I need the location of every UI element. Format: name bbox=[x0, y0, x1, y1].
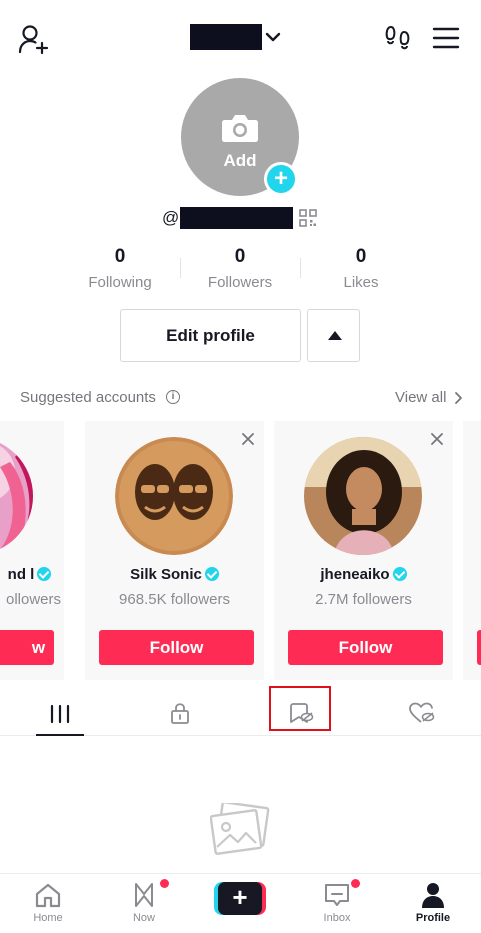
suggested-accounts-carousel[interactable]: nd l ollowers w Silk Sonic 968.5K follow… bbox=[0, 421, 481, 680]
nav-label: Profile bbox=[415, 912, 451, 924]
account-name: Silk Sonic bbox=[85, 566, 264, 583]
grid-videos-icon bbox=[50, 704, 70, 724]
stat-likes[interactable]: 0 Likes bbox=[301, 246, 421, 291]
now-icon bbox=[135, 883, 153, 907]
account-name: jheneaiko bbox=[274, 566, 453, 583]
handle-redacted bbox=[180, 207, 293, 229]
notification-dot bbox=[160, 879, 169, 888]
nav-home[interactable]: Home bbox=[0, 874, 96, 933]
highlight-annotation bbox=[269, 686, 331, 731]
footprints-icon[interactable] bbox=[384, 24, 412, 52]
camera-icon bbox=[222, 115, 258, 142]
stat-followers[interactable]: 0 Followers bbox=[180, 246, 300, 291]
view-all-link[interactable]: View all bbox=[395, 389, 446, 406]
create-plus-icon: + bbox=[218, 882, 262, 915]
suggested-toggle-button[interactable] bbox=[307, 309, 360, 362]
nav-profile[interactable]: Profile bbox=[385, 874, 481, 933]
account-name-text: Silk Sonic bbox=[130, 566, 202, 583]
home-icon bbox=[35, 883, 61, 908]
person-plus-icon[interactable] bbox=[18, 24, 50, 54]
username-redacted[interactable] bbox=[190, 24, 262, 50]
stat-value: 0 bbox=[355, 246, 367, 267]
profile-icon bbox=[422, 883, 444, 908]
follow-button[interactable]: Follow bbox=[288, 630, 443, 665]
profile-content-tabs bbox=[0, 690, 481, 736]
nav-inbox[interactable]: Inbox bbox=[289, 874, 385, 933]
suggested-card[interactable]: Silk Sonic 968.5K followers Follow bbox=[85, 421, 264, 680]
stat-value: 0 bbox=[114, 246, 126, 267]
handle-prefix: @ bbox=[162, 208, 180, 227]
nav-label: Home bbox=[33, 912, 63, 924]
edit-profile-button[interactable]: Edit profile bbox=[120, 309, 301, 362]
follow-button[interactable]: w bbox=[0, 630, 54, 665]
follower-count-text: ollowers bbox=[5, 591, 62, 608]
suggested-accounts-title: Suggested accounts bbox=[20, 389, 156, 406]
avatar[interactable] bbox=[115, 437, 233, 555]
verified-badge-icon bbox=[204, 567, 219, 581]
chevron-down-icon[interactable] bbox=[264, 28, 282, 46]
suggested-card[interactable]: jheneaiko 2.7M followers Follow bbox=[274, 421, 453, 680]
info-icon[interactable]: i bbox=[166, 390, 180, 404]
account-name-text: nd l bbox=[7, 566, 35, 583]
follower-count: 2.7M followers bbox=[315, 591, 412, 608]
lock-icon bbox=[171, 703, 189, 724]
triangle-up-icon bbox=[328, 331, 342, 340]
stat-following[interactable]: 0 Following bbox=[60, 246, 180, 291]
qr-code-icon[interactable] bbox=[299, 209, 317, 227]
close-icon[interactable] bbox=[431, 433, 443, 445]
follower-count: ollowers bbox=[0, 591, 64, 608]
nav-now[interactable]: Now bbox=[96, 874, 192, 933]
follow-button[interactable]: Follow bbox=[99, 630, 254, 665]
create-button[interactable]: + bbox=[214, 882, 266, 915]
nav-label: Now bbox=[132, 912, 155, 924]
bottom-navigation: Home Now + Inbox Profile bbox=[0, 873, 481, 933]
avatar[interactable] bbox=[304, 437, 422, 555]
top-bar bbox=[0, 0, 481, 76]
suggested-card[interactable]: nd l ollowers w bbox=[0, 421, 64, 680]
stat-label: Following bbox=[88, 274, 152, 291]
account-name: nd l bbox=[0, 566, 64, 583]
tab-private[interactable] bbox=[120, 690, 240, 736]
stat-label: Followers bbox=[207, 274, 273, 291]
tab-liked[interactable] bbox=[361, 690, 481, 736]
nav-label: Inbox bbox=[323, 912, 351, 924]
verified-badge-icon bbox=[37, 567, 52, 581]
follow-button[interactable] bbox=[477, 630, 481, 665]
follower-count: 968.5K followers bbox=[119, 591, 230, 608]
suggested-card[interactable] bbox=[463, 421, 481, 680]
stat-value: 0 bbox=[234, 246, 246, 267]
active-tab-indicator bbox=[36, 734, 84, 736]
photo-placeholder-icon bbox=[210, 803, 270, 855]
account-name-text: jheneaiko bbox=[320, 566, 390, 583]
avatar[interactable] bbox=[0, 437, 33, 555]
close-icon[interactable] bbox=[242, 433, 254, 445]
follow-button-label: w bbox=[31, 638, 46, 657]
liked-hidden-icon bbox=[409, 702, 435, 723]
chevron-right-icon[interactable] bbox=[452, 390, 464, 406]
notification-dot bbox=[351, 879, 360, 888]
verified-badge-icon bbox=[392, 567, 407, 581]
add-avatar-button[interactable]: + bbox=[264, 162, 298, 196]
stat-label: Likes bbox=[343, 274, 379, 291]
tab-videos[interactable] bbox=[0, 690, 120, 736]
hamburger-menu-icon[interactable] bbox=[432, 26, 460, 50]
inbox-icon bbox=[325, 884, 349, 906]
